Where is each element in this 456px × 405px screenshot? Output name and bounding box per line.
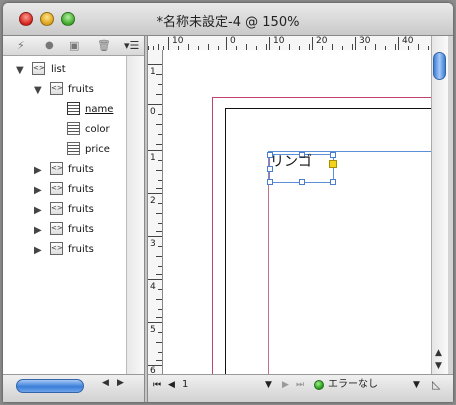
- tree-node-label: fruits: [68, 204, 94, 215]
- window-title: *名称未設定-4 @ 150%: [156, 15, 300, 30]
- page-frame: [225, 108, 431, 374]
- page-menu-icon[interactable]: ▼: [265, 379, 272, 391]
- layout-canvas[interactable]: リンゴ: [163, 50, 431, 374]
- scroll-right-icon[interactable]: ▶: [117, 378, 124, 388]
- error-status-text: エラーなし: [328, 379, 378, 390]
- ruler-label: 0: [230, 36, 236, 46]
- tree-node-fruits[interactable]: ▶ fruits: [34, 242, 122, 260]
- element-tag-icon: [50, 82, 63, 95]
- ruler-label: 10: [273, 36, 285, 46]
- tree-node-label: list: [51, 64, 66, 75]
- ruler-label: 1: [150, 67, 156, 77]
- canvas-vertical-scrollbar[interactable]: ▲ ▼: [431, 36, 448, 374]
- previous-page-icon[interactable]: ◀: [168, 379, 175, 391]
- status-bar: ⏮ ◀ 1 ▼ ▶ ⏭ エラーなし ▼ ◺: [148, 374, 453, 402]
- scroll-left-icon[interactable]: ◀: [102, 378, 109, 388]
- vertical-scroll-thumb[interactable]: [433, 52, 446, 80]
- tree-node-fruits[interactable]: ▶ fruits: [34, 222, 122, 240]
- selection-handle[interactable]: [330, 152, 336, 158]
- tree-node-root[interactable]: ▼ list: [16, 62, 121, 80]
- tree-node-field[interactable]: price: [67, 142, 125, 160]
- element-tag-icon: [32, 62, 45, 75]
- tree-node-field[interactable]: color: [67, 122, 125, 140]
- tree-node-fruits[interactable]: ▶ fruits: [34, 162, 122, 180]
- tree-node-label: fruits: [68, 164, 94, 175]
- first-page-icon[interactable]: ⏮: [153, 379, 161, 391]
- tree-toolbar: ⚡ ● ▣ 🗑 ▾☰: [3, 36, 144, 56]
- disclosure-open-icon[interactable]: ▼: [34, 85, 42, 96]
- ruler-label: 6: [150, 366, 156, 374]
- ruler-label: 2: [150, 196, 156, 206]
- element-tag-icon: [50, 202, 63, 215]
- scroll-down-icon[interactable]: ▼: [435, 361, 442, 371]
- element-tag-icon: [50, 162, 63, 175]
- element-tag-icon: [50, 182, 63, 195]
- ruler-label: 20: [316, 36, 328, 46]
- tree-node-fruits[interactable]: ▼ fruits: [34, 82, 122, 100]
- margin-guide: [212, 97, 431, 374]
- vertical-ruler: 1 0 1 2 3 4 5 6: [148, 50, 163, 374]
- tree-node-label: fruits: [68, 224, 94, 235]
- next-page-icon[interactable]: ▶: [282, 379, 289, 391]
- ruler-label: 3: [150, 239, 156, 249]
- ruler-label: 4: [150, 282, 156, 292]
- horizontal-scroll-thumb[interactable]: [16, 379, 84, 393]
- element-tag-icon: [50, 222, 63, 235]
- last-page-icon[interactable]: ⏭: [296, 379, 304, 391]
- disclosure-closed-icon[interactable]: ▶: [34, 225, 42, 236]
- error-menu-icon[interactable]: ▼: [413, 379, 420, 391]
- tree-node-label: fruits: [68, 84, 94, 95]
- disclosure-closed-icon[interactable]: ▶: [34, 165, 42, 176]
- ruler-label: 5: [150, 325, 156, 335]
- structure-tree: ▼ list ▼ fruits name color price ▶ fruit…: [3, 56, 126, 374]
- tree-horizontal-scrollbar[interactable]: ◀ ▶: [3, 374, 144, 402]
- resize-grip-icon[interactable]: ◺: [432, 379, 440, 391]
- field-icon: [67, 142, 80, 155]
- document-window: *名称未設定-4 @ 150% ⚡ ● ▣ 🗑 ▾☰ ▼ list ▼ frui…: [3, 3, 453, 402]
- tree-node-label: fruits: [68, 184, 94, 195]
- tree-node-label: name: [85, 104, 114, 115]
- tree-node-fruits[interactable]: ▶ fruits: [34, 202, 122, 220]
- tree-node-label: price: [85, 144, 110, 155]
- trash-icon[interactable]: 🗑: [97, 39, 111, 52]
- tree-node-label: fruits: [68, 244, 94, 255]
- disclosure-closed-icon[interactable]: ▶: [34, 205, 42, 216]
- text-field-icon: [67, 102, 80, 115]
- ruler-label: 40: [402, 36, 414, 46]
- tree-node-field[interactable]: name: [67, 102, 125, 120]
- element-tag-icon: [50, 242, 63, 255]
- circle-icon[interactable]: ●: [45, 39, 54, 52]
- title-bar[interactable]: *名称未設定-4 @ 150%: [3, 3, 453, 36]
- frame-text[interactable]: リンゴ: [270, 154, 312, 170]
- tree-node-fruits[interactable]: ▶ fruits: [34, 182, 122, 200]
- horizontal-ruler: 10 0 10 20 30 40: [148, 36, 431, 51]
- list-menu-icon[interactable]: ▾☰: [124, 39, 139, 52]
- tree-node-label: color: [85, 124, 110, 135]
- overflow-port-icon[interactable]: [329, 160, 337, 168]
- ruler-label: 1: [150, 153, 156, 163]
- ruler-label: 0: [150, 107, 156, 117]
- tag-add-icon[interactable]: ⚡: [17, 39, 25, 52]
- scroll-up-icon[interactable]: ▲: [435, 348, 442, 358]
- ruler-label: 10: [172, 36, 184, 46]
- ruler-label: 30: [359, 36, 371, 46]
- field-icon: [67, 122, 80, 135]
- page-number[interactable]: 1: [182, 379, 188, 391]
- status-ok-icon: [314, 380, 324, 390]
- disclosure-open-icon[interactable]: ▼: [16, 65, 24, 76]
- disclosure-closed-icon[interactable]: ▶: [34, 245, 42, 256]
- box-icon[interactable]: ▣: [69, 39, 79, 52]
- disclosure-closed-icon[interactable]: ▶: [34, 185, 42, 196]
- tree-vertical-scrollbar[interactable]: [126, 56, 144, 374]
